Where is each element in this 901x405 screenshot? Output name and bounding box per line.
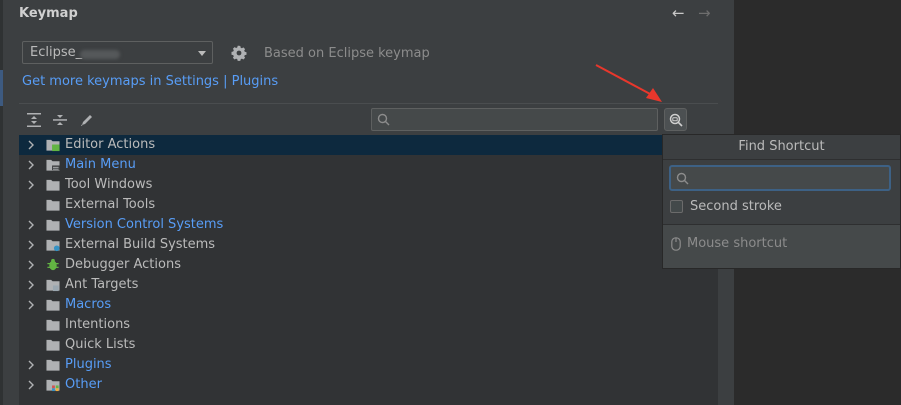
folder-icon: [46, 299, 60, 311]
chevron-right-icon[interactable]: [26, 259, 36, 271]
folder-icon: [46, 339, 60, 351]
tree-row[interactable]: Debugger Actions: [19, 255, 718, 275]
tree-row[interactable]: Tool Windows: [19, 175, 718, 195]
folder-icon: [46, 219, 60, 231]
gear-icon[interactable]: [231, 45, 247, 61]
tree-row-label: Plugins: [65, 357, 112, 372]
tree-row-label: Debugger Actions: [65, 257, 181, 272]
pencil-icon[interactable]: [79, 112, 95, 128]
tree-row[interactable]: Intentions: [19, 315, 718, 335]
mouse-icon: [671, 237, 681, 251]
chevron-right-icon[interactable]: [26, 219, 36, 231]
second-stroke-checkbox[interactable]: [670, 200, 683, 213]
chevron-right-icon[interactable]: [26, 179, 36, 191]
tree-row[interactable]: Ant Targets: [19, 275, 718, 295]
folder-icon: [46, 199, 60, 211]
search-icon: [377, 113, 390, 126]
shortcut-search-input[interactable]: [669, 165, 891, 191]
chevron-right-icon[interactable]: [26, 379, 36, 391]
annotation-arrow: [595, 64, 662, 102]
tree-row[interactable]: Editor Actions: [19, 135, 718, 155]
bug-icon: [47, 258, 59, 271]
tree-row-label: Version Control Systems: [65, 217, 224, 232]
tree-row-label: External Build Systems: [65, 237, 216, 252]
tree-row[interactable]: Other: [19, 375, 718, 395]
second-stroke-label[interactable]: Second stroke: [690, 199, 782, 214]
keymap-select[interactable]: Eclipse_: [22, 41, 213, 64]
tree-row-label: Quick Lists: [65, 337, 136, 352]
ant-folder-icon: [46, 279, 60, 292]
other-folder-icon: [46, 379, 60, 392]
tree-row[interactable]: Version Control Systems: [19, 215, 718, 235]
tree-row[interactable]: Macros: [19, 295, 718, 315]
based-on-label: Based on Eclipse keymap: [264, 46, 430, 61]
folder-icon: [46, 359, 60, 371]
chevron-right-icon[interactable]: [26, 159, 36, 171]
forward-arrow-icon[interactable]: →: [698, 4, 711, 22]
mouse-shortcut-area[interactable]: Mouse shortcut: [663, 225, 900, 268]
chevron-right-icon[interactable]: [26, 239, 36, 251]
tree-row[interactable]: Main Menu: [19, 155, 718, 175]
tree-row-label: Editor Actions: [65, 137, 156, 152]
chevron-right-icon[interactable]: [26, 359, 36, 371]
redacted-text: [80, 50, 120, 59]
tree-row[interactable]: External Tools: [19, 195, 718, 215]
back-arrow-icon[interactable]: ←: [672, 4, 685, 22]
tree-row[interactable]: External Build Systems: [19, 235, 718, 255]
page-title: Keymap: [19, 6, 78, 21]
collapse-all-icon[interactable]: [52, 112, 68, 128]
chevron-right-icon[interactable]: [26, 279, 36, 291]
tree-row[interactable]: Plugins: [19, 355, 718, 375]
build-folder-icon: [46, 239, 60, 252]
keymap-select-value: Eclipse_: [30, 45, 83, 60]
chevron-down-icon: [198, 51, 206, 56]
keymap-action-tree: Editor Actions Main Menu Tool Windows Exter…: [19, 135, 718, 405]
popup-title: Find Shortcut: [738, 139, 825, 154]
settings-sidebar-edge: [0, 0, 3, 405]
tree-row-label: Main Menu: [65, 157, 136, 172]
tree-row-label: Macros: [65, 297, 112, 312]
mouse-shortcut-label: Mouse shortcut: [687, 236, 788, 251]
find-shortcut-button[interactable]: [664, 108, 687, 131]
chevron-right-icon[interactable]: [26, 139, 36, 151]
expand-all-icon[interactable]: [26, 112, 42, 128]
folder-icon: [46, 319, 60, 331]
keymap-search-input[interactable]: [371, 108, 658, 131]
tree-row-label: External Tools: [65, 197, 156, 212]
find-shortcut-icon: [669, 113, 683, 127]
menu-folder-icon: [46, 159, 60, 171]
tree-row-label: Intentions: [65, 317, 131, 332]
find-shortcut-popup: Find Shortcut Second stroke Mouse shortc…: [662, 134, 901, 269]
search-icon: [676, 172, 689, 185]
tree-row-label: Tool Windows: [65, 177, 153, 192]
chevron-right-icon[interactable]: [26, 299, 36, 311]
tree-row-label: Ant Targets: [65, 277, 139, 292]
folder-icon: [46, 179, 60, 191]
editor-folder-icon: [46, 139, 60, 152]
tree-row[interactable]: Quick Lists: [19, 335, 718, 355]
get-more-keymaps-link[interactable]: Get more keymaps in Settings | Plugins: [22, 74, 278, 89]
tree-row-label: Other: [65, 377, 102, 392]
